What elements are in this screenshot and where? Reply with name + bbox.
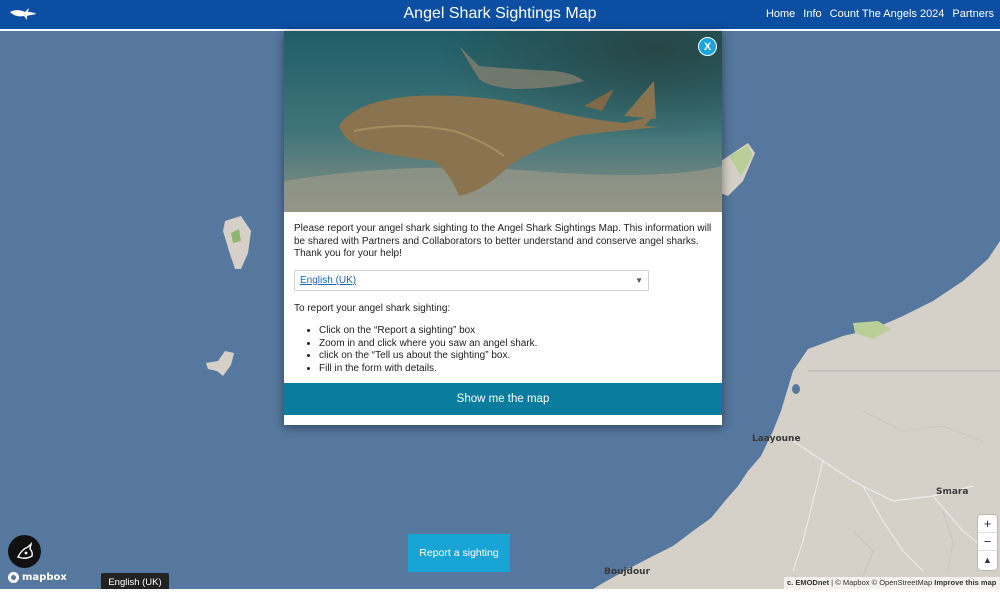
compass-icon[interactable]: ▲ (978, 551, 997, 569)
zoom-controls: + − ▲ (978, 515, 997, 570)
list-item: Zoom in and click where you saw an angel… (319, 338, 537, 351)
mapbox-wordmark: mapbox (22, 572, 67, 583)
list-item: Fill in the form with details. (319, 363, 537, 376)
nav-count-the-angels[interactable]: Count The Angels 2024 (830, 8, 945, 20)
report-sighting-button[interactable]: Report a sighting (408, 534, 510, 572)
mapbox-icon (8, 572, 19, 583)
angel-shark-project-logo-icon[interactable] (8, 535, 41, 568)
list-item: Click on the “Report a sighting” box (319, 325, 537, 338)
top-navbar: Angel Shark Sightings Map Home Info Coun… (0, 0, 1000, 29)
map-attribution: c. EMODnet | © Mapbox © OpenStreetMap Im… (784, 577, 1000, 589)
language-select-value: English (UK) (300, 275, 357, 286)
report-instructions-heading: To report your angel shark sighting: (294, 303, 451, 314)
improve-map-link[interactable]: Improve this map (934, 578, 996, 587)
chevron-down-icon: ▼ (635, 276, 643, 285)
place-label-boujdour: Boujdour (604, 567, 651, 577)
mapbox-logo[interactable]: mapbox (8, 572, 67, 583)
main-nav: Home Info Count The Angels 2024 Partners (766, 8, 994, 20)
show-map-button[interactable]: Show me the map (284, 383, 722, 415)
list-item: click on the “Tell us about the sighting… (319, 350, 537, 363)
modal-intro-text: Please report your angel shark sighting … (294, 223, 712, 259)
welcome-modal: X Please report your angel shark sightin… (284, 31, 722, 425)
nav-partners[interactable]: Partners (952, 8, 994, 20)
close-modal-button[interactable]: X (698, 37, 717, 56)
attribution-text[interactable]: | © Mapbox © OpenStreetMap (829, 578, 934, 587)
attribution-emodnet[interactable]: c. EMODnet (787, 578, 829, 587)
nav-home[interactable]: Home (766, 8, 795, 20)
zoom-in-button[interactable]: + (978, 515, 997, 533)
zoom-out-button[interactable]: − (978, 533, 997, 551)
place-label-laayoune: Laayoune (752, 434, 801, 444)
report-steps-list: Click on the “Report a sighting” box Zoo… (319, 325, 537, 375)
place-label-smara: Smara (936, 487, 969, 497)
language-select[interactable]: English (UK) ▼ (294, 270, 649, 291)
angel-shark-photo (284, 31, 722, 212)
nav-info[interactable]: Info (803, 8, 821, 20)
